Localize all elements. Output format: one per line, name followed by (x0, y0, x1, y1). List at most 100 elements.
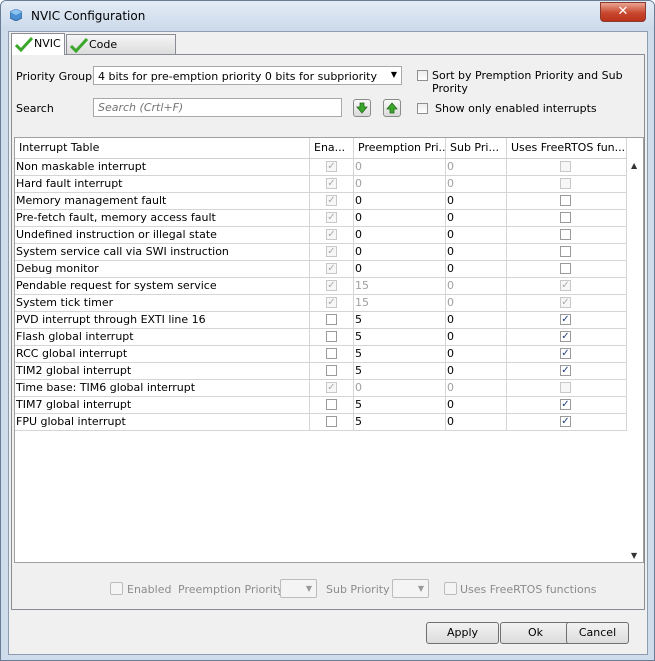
table-row[interactable]: Hard fault interrupt ✓ 0 0 (15, 176, 627, 193)
table-row[interactable]: Flash global interrupt 5 0 ✓ (15, 329, 627, 346)
column-header-interrupt[interactable]: Interrupt Table (15, 138, 310, 158)
table-row[interactable]: Debug monitor ✓ 0 0 (15, 261, 627, 278)
preemption-priority-cell[interactable]: 0 (354, 193, 446, 209)
priority-group-select[interactable]: 4 bits for pre-emption priority 0 bits f… (93, 66, 402, 85)
search-next-button[interactable] (353, 99, 371, 117)
column-header-freertos[interactable]: Uses FreeRTOS fun... (507, 138, 627, 158)
scroll-up-icon[interactable]: ▲ (631, 161, 637, 170)
sub-priority-cell[interactable]: 0 (446, 193, 507, 209)
detail-freertos-checkbox[interactable] (444, 582, 457, 595)
interrupt-name: TIM7 global interrupt (15, 397, 310, 413)
preemption-priority-cell[interactable]: 5 (354, 363, 446, 379)
freertos-checkbox[interactable]: ✓ (560, 399, 571, 410)
dialog-body: NVIC Code generation Priority Group 4 bi… (8, 31, 648, 655)
table-row[interactable]: Undefined instruction or illegal state ✓ 0… (15, 227, 627, 244)
interrupt-name: Hard fault interrupt (15, 176, 310, 192)
freertos-checkbox[interactable] (560, 212, 571, 223)
enabled-checkbox: ✓ (326, 229, 337, 240)
sub-priority-cell[interactable]: 0 (446, 329, 507, 345)
table-row[interactable]: Memory management fault ✓ 0 0 (15, 193, 627, 210)
freertos-checkbox[interactable] (560, 195, 571, 206)
table-row[interactable]: RCC global interrupt 5 0 ✓ (15, 346, 627, 363)
table-row[interactable]: TIM7 global interrupt 5 0 ✓ (15, 397, 627, 414)
enabled-checkbox[interactable] (326, 348, 337, 359)
preemption-priority-cell[interactable]: 5 (354, 346, 446, 362)
column-header-enabled[interactable]: Ena... (310, 138, 354, 158)
sub-priority-cell[interactable]: 0 (446, 210, 507, 226)
freertos-checkbox[interactable]: ✓ (560, 331, 571, 342)
freertos-cell: ✓ (507, 295, 627, 311)
preemption-priority-cell[interactable]: 5 (354, 414, 446, 430)
interrupt-name: System service call via SWI instruction (15, 244, 310, 260)
preemption-priority-cell[interactable]: 0 (354, 261, 446, 277)
sub-priority-cell[interactable]: 0 (446, 414, 507, 430)
ok-button[interactable]: Ok (500, 622, 571, 644)
sub-priority-cell[interactable]: 0 (446, 261, 507, 277)
preemption-priority-cell[interactable]: 5 (354, 312, 446, 328)
close-button[interactable]: ✕ (600, 2, 646, 22)
show-enabled-checkbox[interactable] (417, 103, 428, 114)
column-header-preemption[interactable]: Preemption Pri... (354, 138, 446, 158)
apply-button[interactable]: Apply (426, 622, 499, 644)
cube-app-icon (10, 9, 22, 21)
freertos-checkbox[interactable]: ✓ (560, 365, 571, 376)
scroll-down-icon[interactable]: ▼ (631, 551, 637, 560)
sub-priority-cell[interactable]: 0 (446, 244, 507, 260)
table-row[interactable]: Pendable request for system service ✓ 15 0 ✓ (15, 278, 627, 295)
enabled-cell: ✓ (310, 295, 354, 311)
sub-priority-cell[interactable]: 0 (446, 363, 507, 379)
column-header-sub-priority[interactable]: Sub Pri... (446, 138, 507, 158)
interrupt-name: Pre-fetch fault, memory access fault (15, 210, 310, 226)
freertos-checkbox[interactable] (560, 246, 571, 257)
enabled-checkbox[interactable] (326, 399, 337, 410)
nvic-tab-panel: Priority Group 4 bits for pre-emption pr… (11, 54, 645, 610)
table-row[interactable]: Pre-fetch fault, memory access fault ✓ 0 0 (15, 210, 627, 227)
preemption-priority-cell[interactable]: 5 (354, 397, 446, 413)
table-row[interactable]: TIM2 global interrupt 5 0 ✓ (15, 363, 627, 380)
table-row[interactable]: Time base: TIM6 global interrupt ✓ 0 0 (15, 380, 627, 397)
tab-nvic[interactable]: NVIC (11, 33, 65, 55)
enabled-cell (310, 397, 354, 413)
enabled-cell (310, 363, 354, 379)
table-row[interactable]: System service call via SWI instruction ✓… (15, 244, 627, 261)
enabled-checkbox[interactable] (326, 365, 337, 376)
cancel-button[interactable]: Cancel (566, 622, 629, 644)
enabled-checkbox[interactable] (326, 314, 337, 325)
search-previous-button[interactable] (383, 99, 401, 117)
enabled-checkbox: ✓ (326, 178, 337, 189)
preemption-priority-cell[interactable]: 5 (354, 329, 446, 345)
sort-priority-checkbox[interactable] (417, 70, 428, 81)
sub-priority-cell[interactable]: 0 (446, 346, 507, 362)
enabled-checkbox[interactable] (326, 331, 337, 342)
detail-sub-label: Sub Priority (326, 583, 390, 596)
sub-priority-cell: 0 (446, 278, 507, 294)
detail-sub-select[interactable]: ▼ (392, 579, 429, 598)
preemption-priority-cell[interactable]: 0 (354, 227, 446, 243)
table-row[interactable]: Non maskable interrupt ✓ 0 0 (15, 159, 627, 176)
freertos-checkbox[interactable]: ✓ (560, 416, 571, 427)
detail-enabled-checkbox[interactable] (110, 582, 123, 595)
table-scrollbar[interactable]: ▲ ▼ (628, 159, 643, 562)
freertos-checkbox[interactable] (560, 263, 571, 274)
sub-priority-cell[interactable]: 0 (446, 312, 507, 328)
enabled-checkbox[interactable] (326, 416, 337, 427)
interrupt-name: RCC global interrupt (15, 346, 310, 362)
table-row[interactable]: PVD interrupt through EXTI line 16 5 0 ✓ (15, 312, 627, 329)
table-row[interactable]: System tick timer ✓ 15 0 ✓ (15, 295, 627, 312)
sub-priority-cell[interactable]: 0 (446, 227, 507, 243)
freertos-checkbox[interactable]: ✓ (560, 314, 571, 325)
table-row[interactable]: FPU global interrupt 5 0 ✓ (15, 414, 627, 431)
tab-code-generation[interactable]: Code generation (66, 34, 176, 71)
preemption-priority-cell[interactable]: 0 (354, 244, 446, 260)
freertos-checkbox[interactable] (560, 229, 571, 240)
search-input[interactable] (94, 99, 342, 116)
preemption-priority-cell: 15 (354, 278, 446, 294)
detail-enabled-label: Enabled (127, 583, 172, 596)
preemption-priority-cell[interactable]: 0 (354, 210, 446, 226)
detail-preemption-select[interactable]: ▼ (280, 579, 317, 598)
freertos-cell (507, 380, 627, 396)
sub-priority-cell[interactable]: 0 (446, 397, 507, 413)
freertos-checkbox[interactable]: ✓ (560, 348, 571, 359)
enabled-cell: ✓ (310, 193, 354, 209)
enabled-cell (310, 329, 354, 345)
